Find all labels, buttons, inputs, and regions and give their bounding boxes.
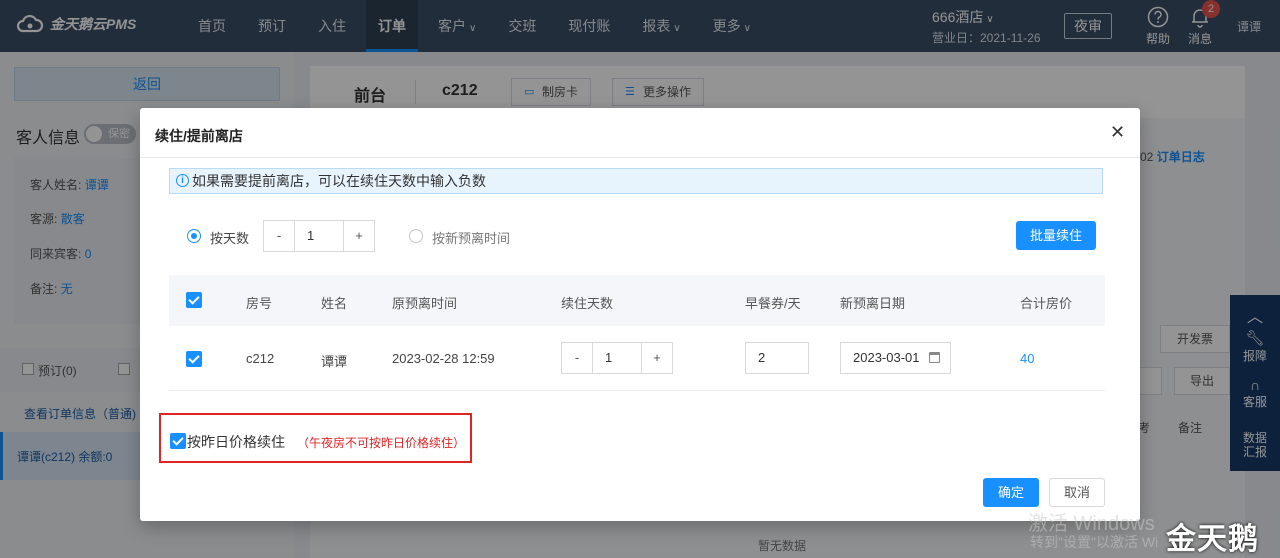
breakfast-input[interactable]: 2 [745, 342, 809, 374]
row-total-price[interactable]: 40 [1020, 351, 1034, 366]
row-days-input[interactable]: 1 [592, 343, 642, 373]
col-name: 姓名 [321, 296, 348, 311]
info-tip: i 如果需要提前离店，可以在续住天数中输入负数 [169, 168, 1103, 194]
cancel-button[interactable]: 取消 [1049, 478, 1105, 507]
dialog-divider [140, 157, 1140, 158]
days-decrement-button[interactable]: - [264, 221, 294, 251]
row-checkbox[interactable] [186, 351, 202, 367]
info-tip-text: 如果需要提前离店，可以在续住天数中输入负数 [192, 173, 486, 189]
row-name: 谭谭 [321, 354, 348, 369]
col-orig-departure: 原预离时间 [392, 296, 458, 311]
info-icon: i [176, 174, 189, 187]
activate-windows-subtext: 转到"设置"以激活 Wi [1030, 534, 1159, 550]
new-departure-date-input[interactable]: 2023-03-01 [840, 342, 951, 374]
col-extend-days: 续住天数 [561, 296, 614, 311]
new-departure-date-value: 2023-03-01 [853, 350, 920, 365]
yesterday-price-label[interactable]: 按昨日价格续住 [187, 432, 285, 452]
radio-by-days[interactable] [187, 229, 201, 243]
row-days-increment-button[interactable]: + [642, 343, 672, 373]
extend-stay-dialog: 续住/提前离店 ✕ i 如果需要提前离店，可以在续住天数中输入负数 按天数 - … [140, 108, 1140, 521]
row-orig-departure: 2023-02-28 12:59 [392, 351, 495, 366]
batch-extend-button[interactable]: 批量续住 [1016, 221, 1096, 250]
confirm-button[interactable]: 确定 [983, 478, 1039, 507]
dialog-title: 续住/提前离店 [155, 128, 243, 144]
table-header [169, 275, 1105, 326]
row-days-decrement-button[interactable]: - [562, 343, 592, 373]
yesterday-price-warning: （午夜房不可按昨日价格续住） [297, 436, 466, 450]
radio-by-new-time[interactable] [409, 229, 423, 243]
row-days-stepper[interactable]: - 1 + [561, 342, 673, 374]
col-breakfast: 早餐券/天 [745, 296, 801, 311]
brand-watermark: 金天鹅 [1166, 523, 1259, 556]
row-divider [169, 390, 1105, 391]
close-icon[interactable]: ✕ [1110, 122, 1125, 143]
yesterday-price-checkbox[interactable] [170, 433, 186, 449]
days-increment-button[interactable]: + [344, 221, 374, 251]
days-stepper[interactable]: - 1 + [263, 220, 375, 252]
days-input[interactable]: 1 [294, 221, 344, 251]
col-room: 房号 [246, 296, 273, 311]
radio-by-days-label[interactable]: 按天数 [210, 228, 249, 247]
row-room: c212 [246, 351, 275, 366]
col-total-price: 合计房价 [1020, 296, 1073, 311]
select-all-checkbox[interactable] [186, 292, 202, 308]
calendar-icon [929, 352, 940, 363]
col-new-departure: 新预离日期 [840, 296, 906, 311]
radio-by-new-time-label[interactable]: 按新预离时间 [432, 228, 510, 247]
